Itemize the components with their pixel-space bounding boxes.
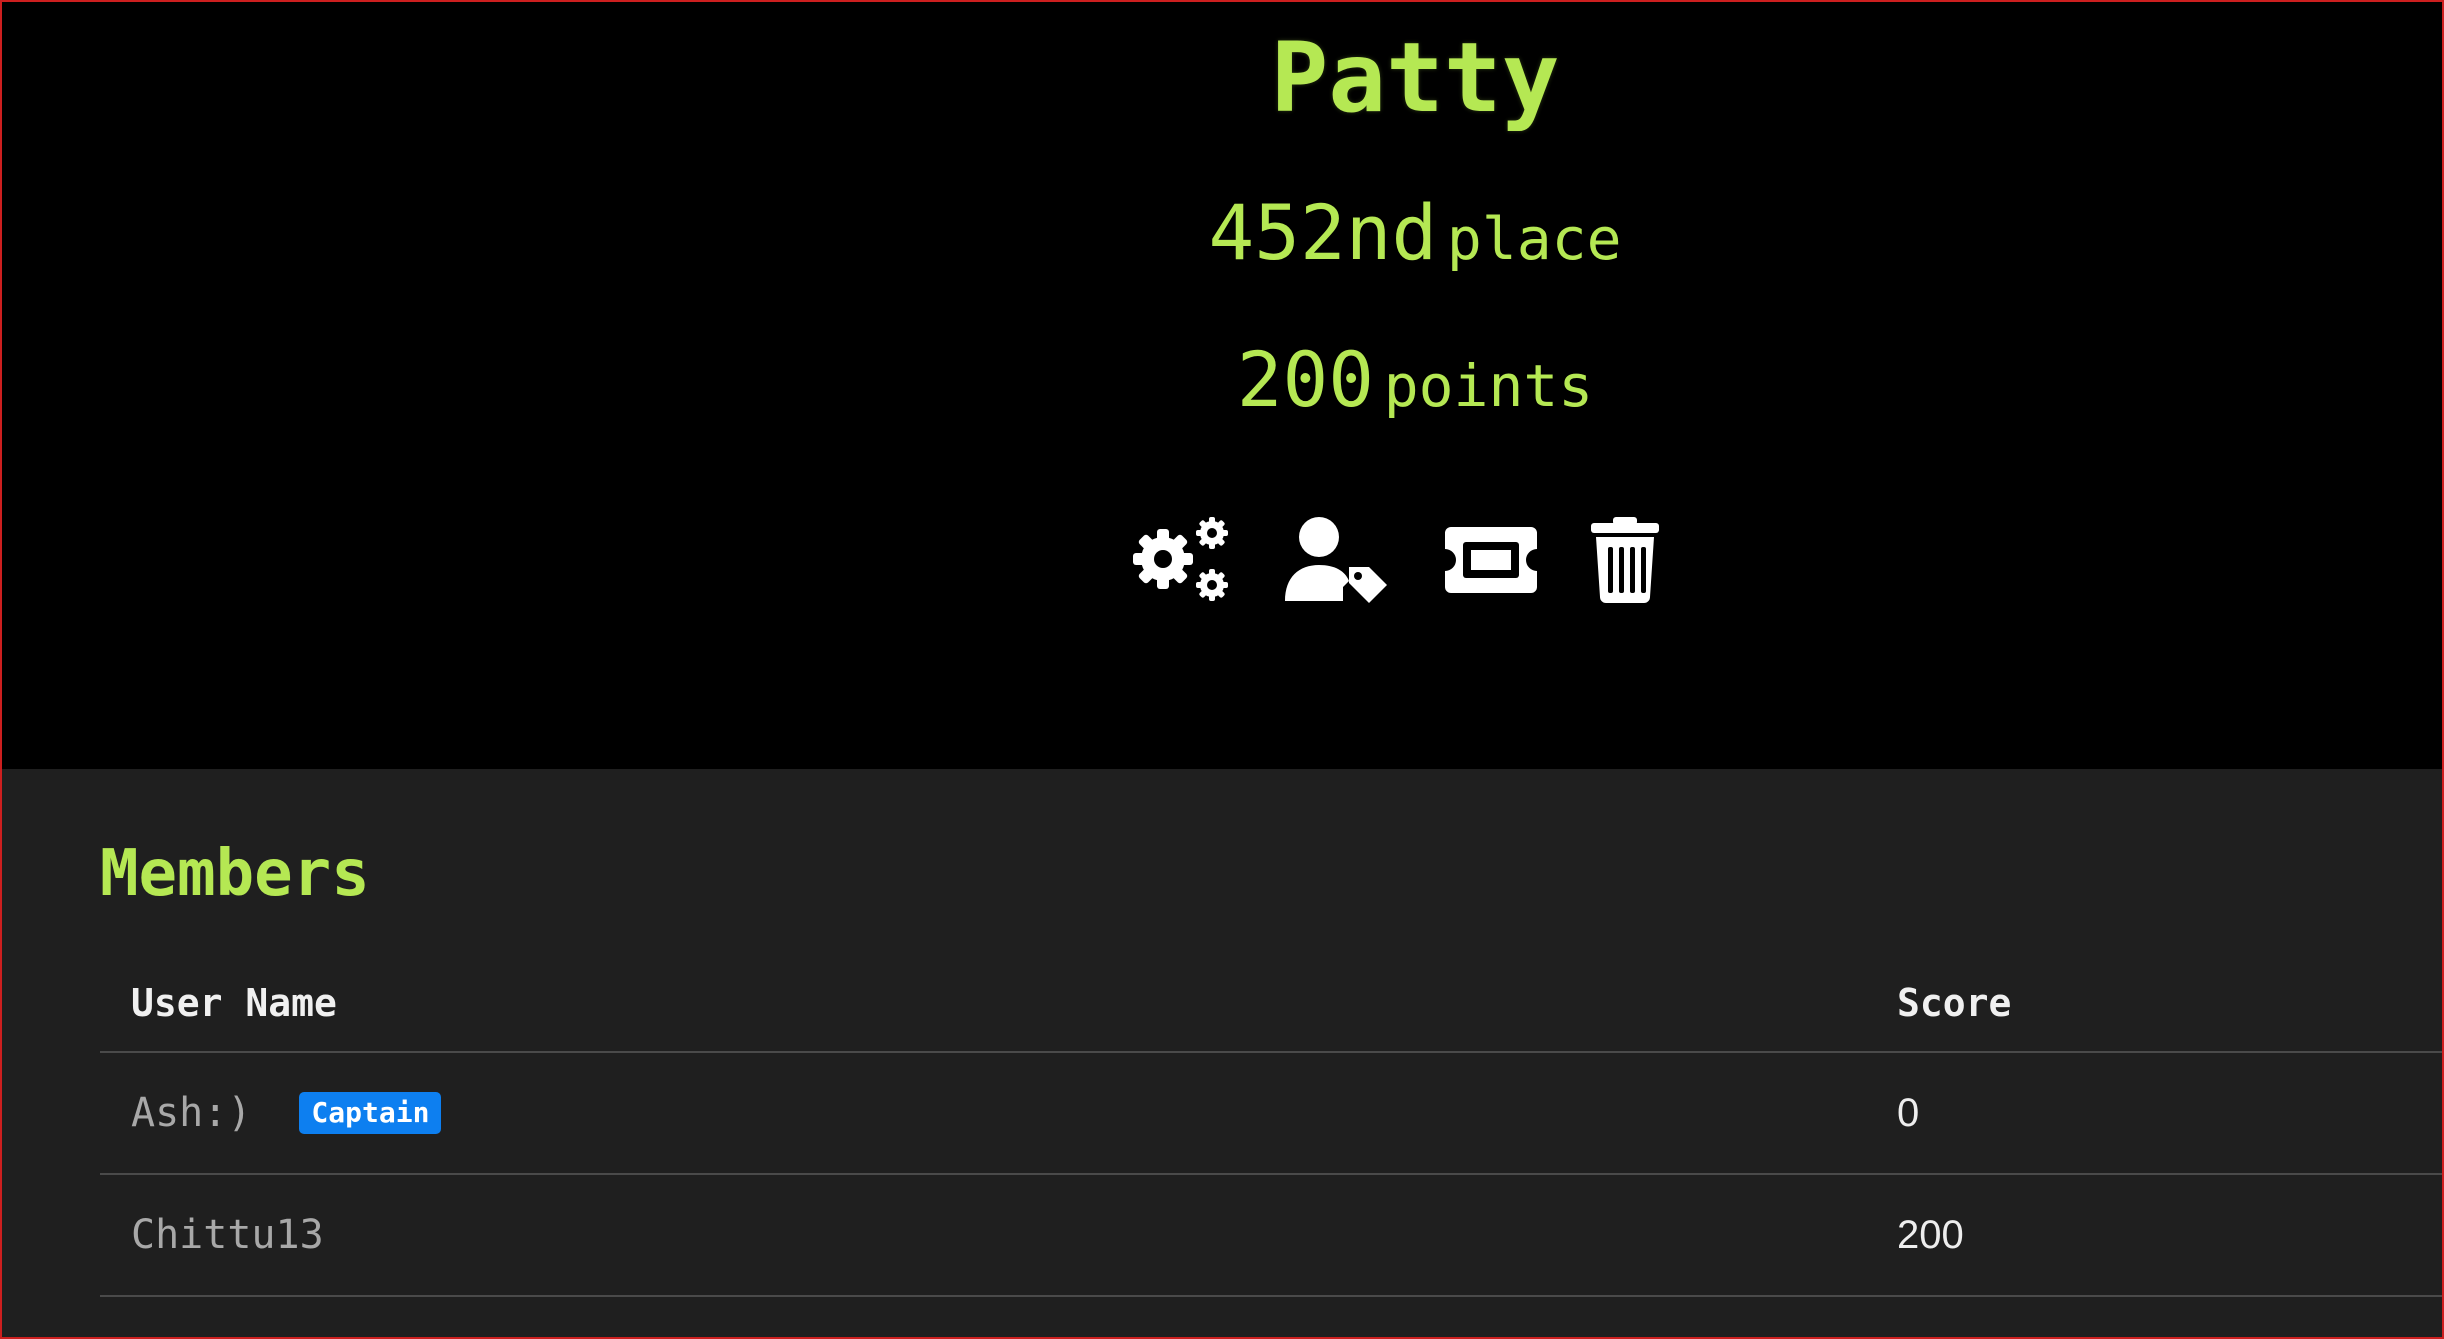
delete-button[interactable] (1589, 517, 1661, 603)
user-tag-button[interactable] (1283, 515, 1387, 605)
members-heading: Members (100, 837, 370, 911)
place-number: 452nd (1208, 188, 1438, 277)
table-row: Ash:) Captain 0 (100, 1053, 2444, 1175)
ticket-icon (1445, 527, 1537, 593)
member-score-cell: 200 (1897, 1175, 1964, 1295)
table-header-row: User Name Score (100, 954, 2444, 1053)
members-table: User Name Score Ash:) Captain 0 Chittu13… (100, 954, 2444, 1297)
points-number: 200 (1236, 335, 1375, 424)
member-score: 200 (1897, 1212, 1964, 1257)
table-row: Chittu13 200 (100, 1175, 2444, 1297)
column-header-user-name: User Name (131, 980, 337, 1025)
settings-button[interactable] (1125, 515, 1237, 605)
gears-icon (1133, 517, 1228, 601)
members-section: Members User Name Score Ash:) Captain 0 … (0, 769, 2444, 1339)
member-score: 0 (1897, 1090, 1920, 1135)
captain-badge: Captain (299, 1092, 442, 1134)
member-link[interactable]: Ash:) (131, 1090, 251, 1136)
place-label: place (1446, 205, 1622, 273)
column-header-score: Score (1897, 980, 2012, 1025)
member-name-cell: Ash:) Captain (131, 1053, 442, 1173)
team-actions (1125, 510, 1661, 610)
team-name: Patty (1270, 22, 1560, 134)
team-place: 452nd place (0, 178, 2444, 309)
member-link[interactable]: Chittu13 (131, 1212, 324, 1258)
team-points: 200 points (0, 325, 2444, 456)
user-tag-icon (1285, 517, 1387, 603)
points-label: points (1383, 352, 1594, 420)
trash-icon (1591, 517, 1659, 603)
member-score-cell: 0 (1897, 1053, 1919, 1173)
team-header: Patty 452nd place 200 points (0, 0, 2444, 769)
member-name-cell: Chittu13 (131, 1175, 324, 1295)
ticket-button[interactable] (1443, 525, 1539, 595)
